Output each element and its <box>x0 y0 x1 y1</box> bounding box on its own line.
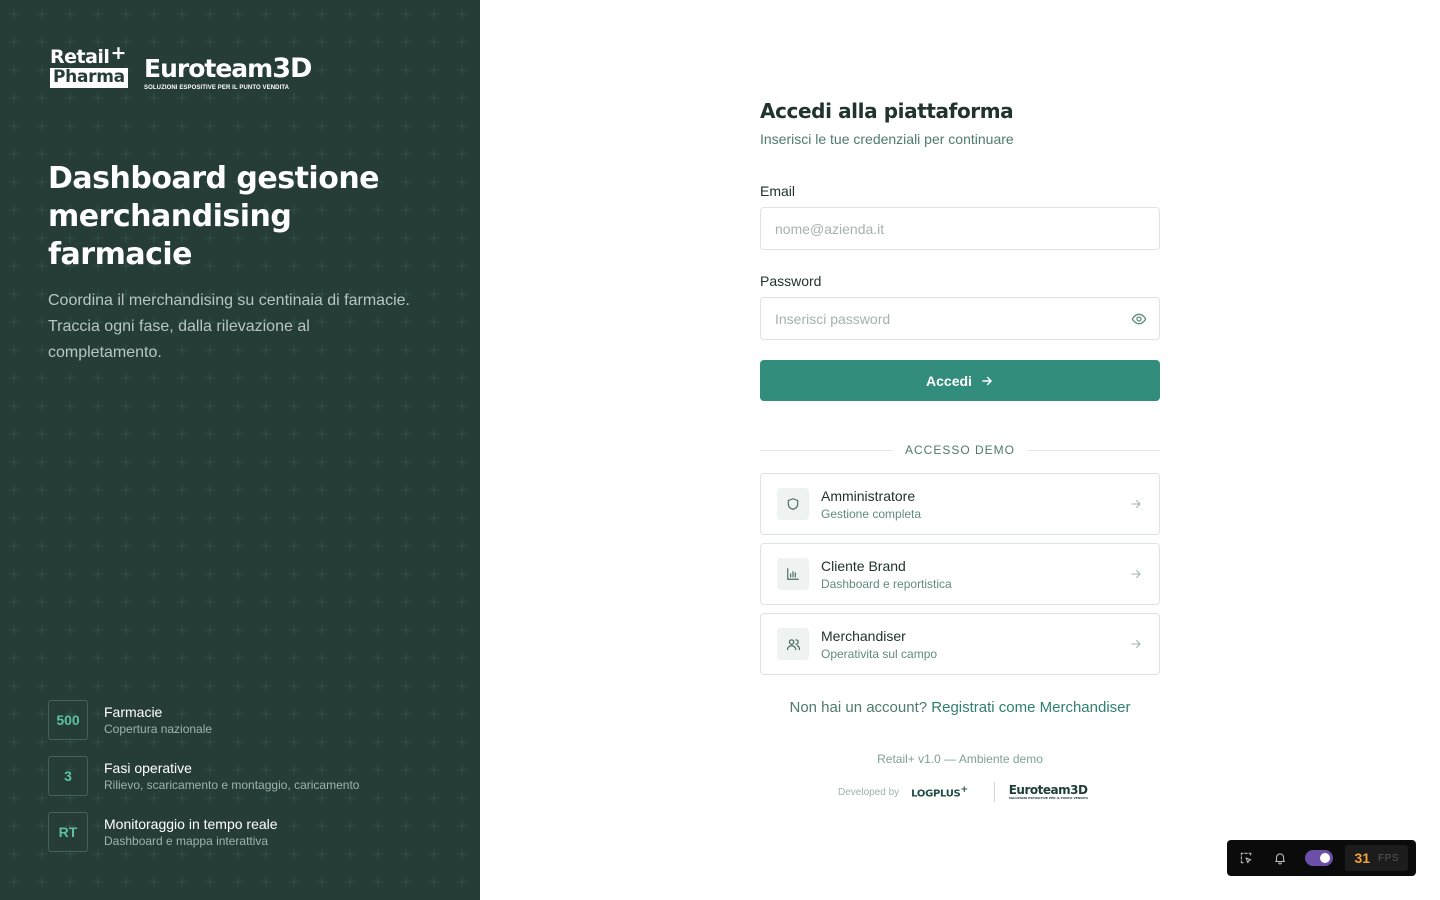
eye-icon[interactable] <box>1131 311 1147 327</box>
stat-badge: RT <box>48 812 88 852</box>
password-field[interactable] <box>760 297 1160 340</box>
euroteam-logo-3d: 3D <box>272 53 312 84</box>
euroteam-logo-name: Euroteam <box>144 54 273 83</box>
version-text: Retail+ v1.0 — Ambiente demo <box>877 752 1043 766</box>
login-title: Accedi alla piattaforma <box>760 99 1014 123</box>
stat-subtitle: Dashboard e mappa interattiva <box>104 834 269 848</box>
fps-value: 31 <box>1354 850 1371 866</box>
stat-title: Monitoraggio in tempo reale <box>104 816 278 832</box>
dev-toggle[interactable] <box>1305 850 1334 866</box>
retail-logo-text: Retail <box>50 46 110 68</box>
stat-badge: 500 <box>48 700 88 740</box>
logplus-logo-plus: + <box>960 784 968 795</box>
demo-login-admin[interactable]: Amministratore Gestione completa <box>760 473 1160 535</box>
demo-option-title: Merchandiser <box>821 627 906 644</box>
logplus-logo: LOGPLUS+ <box>911 785 968 799</box>
stat-title: Fasi operative <box>104 760 192 776</box>
arrow-right-icon <box>1131 499 1141 509</box>
email-field[interactable] <box>760 207 1160 250</box>
retail-logo-plus: + <box>110 42 126 64</box>
demo-option-title: Amministratore <box>821 487 916 504</box>
stat-item: 500 Farmacie Copertura nazionale <box>48 700 359 740</box>
fps-unit: FPS <box>1378 852 1399 864</box>
brand-panel: Retail + Pharma Euroteam3D SOLUZIONI ESPO… <box>0 0 480 900</box>
brand-logos: Retail + Pharma Euroteam3D SOLUZIONI ESPO… <box>50 42 312 91</box>
developed-by-text: Developed by <box>838 786 900 798</box>
logplus-logo-text: LOGPLUS <box>911 788 961 800</box>
shield-icon <box>787 498 799 510</box>
demo-option-subtitle: Gestione completa <box>821 506 922 521</box>
password-label: Password <box>760 273 822 289</box>
fps-counter: 31 FPS <box>1345 845 1408 871</box>
hero-title: Dashboard gestione merchandising farmaci… <box>48 161 380 272</box>
demo-divider: ACCESSO DEMO <box>760 440 1161 460</box>
stat-subtitle: Rilievo, scaricamento e montaggio, caric… <box>104 778 360 792</box>
arrow-right-icon <box>1131 639 1141 649</box>
dev-toolbar: 31 FPS <box>1227 840 1416 876</box>
demo-option-title: Cliente Brand <box>821 557 906 574</box>
select-element-icon[interactable] <box>1239 850 1253 866</box>
stat-item: 3 Fasi operative Rilievo, scaricamento e… <box>48 756 359 796</box>
retail-pharma-logo: Retail + Pharma <box>50 42 132 88</box>
stat-item: RT Monitoraggio in tempo reale Dashboard… <box>48 812 359 852</box>
demo-divider-label: ACCESSO DEMO <box>905 443 1016 457</box>
euroteam-small-name: Euroteam <box>1008 783 1071 797</box>
euroteam-small-tagline: SOLUZIONI ESPOSITIVE PER IL PUNTO VENDIT… <box>1008 796 1089 800</box>
login-button-label: Accedi <box>926 372 972 389</box>
users-icon <box>786 638 800 650</box>
stat-title: Farmacie <box>104 704 163 720</box>
euroteam-small-logo: Euroteam3D SOLUZIONI ESPOSITIVE PER IL P… <box>1009 784 1088 800</box>
euroteam-logo-tagline: SOLUZIONI ESPOSITIVE PER IL PUNTO VENDIT… <box>144 85 290 91</box>
stat-subtitle: Copertura nazionale <box>104 722 213 736</box>
logo-separator <box>993 782 995 802</box>
login-subtitle: Inserisci le tue credenziali per continu… <box>760 131 1014 147</box>
euroteam-small-3d: 3D <box>1070 783 1088 797</box>
demo-option-subtitle: Operativita sul campo <box>821 646 938 661</box>
login-button[interactable]: Accedi <box>760 360 1160 401</box>
register-prompt: Non hai un account? Registrati come Merc… <box>760 699 1160 716</box>
hero-description: Coordina il merchandising su centinaia d… <box>48 292 410 361</box>
arrow-right-icon <box>982 376 992 385</box>
demo-option-subtitle: Dashboard e reportistica <box>821 576 952 591</box>
stat-badge: 3 <box>48 756 88 796</box>
email-label: Email <box>760 183 796 199</box>
demo-login-brand-client[interactable]: Cliente Brand Dashboard e reportistica <box>760 543 1160 605</box>
login-form: Accedi alla piattaforma Inserisci le tue… <box>760 96 1161 802</box>
arrow-right-icon <box>1131 569 1141 579</box>
toggle-knob <box>1320 853 1331 863</box>
register-link[interactable]: Registrati come Merchandiser <box>931 699 1130 716</box>
demo-login-merchandiser[interactable]: Merchandiser Operativita sul campo <box>760 613 1160 675</box>
pharma-logo-text: Pharma <box>50 68 128 88</box>
stats-list: 500 Farmacie Copertura nazionale 3 Fasi … <box>48 700 359 868</box>
developer-credits: Developed by LOGPLUS+ Euroteam3D SOLUZIO… <box>838 780 1088 804</box>
bell-icon[interactable] <box>1273 850 1287 866</box>
bar-chart-icon <box>787 568 799 580</box>
euroteam-logo: Euroteam3D SOLUZIONI ESPOSITIVE PER IL P… <box>144 48 312 91</box>
register-question: Non hai un account? <box>789 699 928 716</box>
